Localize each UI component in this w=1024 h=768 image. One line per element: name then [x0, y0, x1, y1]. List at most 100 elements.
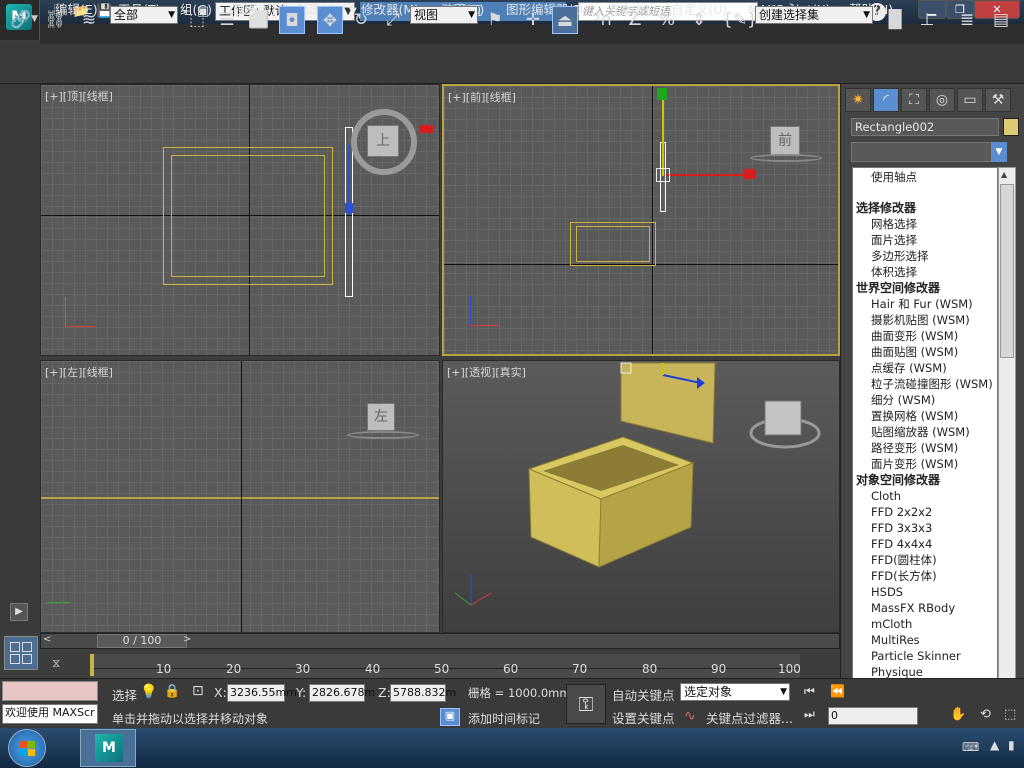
- modifier-list-scrollbar[interactable]: ▲ ▼: [998, 167, 1016, 712]
- lock-icon[interactable]: 🔒: [164, 684, 180, 699]
- zoom-icon[interactable]: ✋: [950, 707, 966, 722]
- absolute-mode-icon[interactable]: ⊡: [192, 683, 204, 699]
- track-bar[interactable]: 10 20 30 40 50 60 70 80 90 100: [90, 654, 801, 678]
- viewport-front[interactable]: [+][前][线框] 前: [442, 84, 840, 356]
- list-item[interactable]: 置换网格 (WSM): [853, 408, 997, 424]
- modifier-list-dropdown[interactable]: ▼: [851, 142, 1007, 162]
- snaps-toggle-icon[interactable]: ³∩: [590, 6, 616, 34]
- window-crossing-icon[interactable]: ◘: [279, 6, 305, 34]
- key-mode-toggle-icon[interactable]: ⏭: [804, 707, 815, 722]
- object-color-swatch[interactable]: [1003, 118, 1019, 136]
- list-item[interactable]: 面片变形 (WSM): [853, 456, 997, 472]
- maxscript-mini-listener[interactable]: 欢迎使用 MAXScr: [2, 704, 98, 724]
- list-item[interactable]: FFD 2x2x2: [853, 504, 997, 520]
- current-frame-field[interactable]: 0: [828, 707, 918, 725]
- select-by-name-icon[interactable]: ☰: [214, 6, 240, 34]
- set-key-icon[interactable]: ⚿: [566, 684, 606, 724]
- create-tab-icon[interactable]: ✷: [845, 88, 871, 112]
- unlink-icon[interactable]: ⛓: [42, 6, 68, 34]
- box-front-inner[interactable]: [576, 226, 650, 262]
- bind-space-warp-icon[interactable]: ≋: [76, 6, 102, 34]
- viewport-front-label[interactable]: [+][前][线框]: [448, 89, 516, 105]
- mirror-icon[interactable]: ▐▌: [882, 6, 908, 34]
- maximize-viewport-icon[interactable]: ⬚: [1004, 707, 1016, 722]
- viewport-top[interactable]: [+][顶][线框] 上: [40, 84, 440, 356]
- goto-start-icon[interactable]: ⏮: [804, 684, 815, 699]
- spinner-snap-icon[interactable]: ⇕: [686, 6, 712, 34]
- x-coordinate-field[interactable]: 3236.55mm: [227, 684, 297, 702]
- object-name-field[interactable]: Rectangle002: [851, 118, 999, 136]
- list-item[interactable]: HSDS: [853, 584, 997, 600]
- windows-start-button[interactable]: [8, 729, 46, 767]
- scrollbar-thumb[interactable]: [1000, 184, 1014, 358]
- list-item[interactable]: FFD(长方体): [853, 568, 997, 584]
- list-item[interactable]: 网格选择: [853, 216, 997, 232]
- auto-key-button[interactable]: 自动关键点: [612, 685, 675, 704]
- motion-tab-icon[interactable]: ◎: [929, 88, 955, 112]
- list-item[interactable]: 贴图缩放器 (WSM): [853, 424, 997, 440]
- viewport-top-label[interactable]: [+][顶][线框]: [45, 88, 113, 104]
- selection-filter-dropdown[interactable]: 全部 ▼: [110, 6, 178, 24]
- list-item[interactable]: 曲面变形 (WSM): [853, 328, 997, 344]
- z-coordinate-field[interactable]: 5788.832m: [390, 684, 456, 702]
- layer-manager-icon[interactable]: ≣: [954, 6, 980, 34]
- list-item[interactable]: mCloth: [853, 616, 997, 632]
- list-item[interactable]: FFD(圆柱体): [853, 552, 997, 568]
- list-item[interactable]: 多边形选择: [853, 248, 997, 264]
- curve-icon[interactable]: ∿: [684, 708, 696, 724]
- mini-curve-editor-icon[interactable]: ⧖: [52, 656, 74, 674]
- time-slider[interactable]: < 0 / 100 >: [40, 633, 840, 649]
- display-tab-icon[interactable]: ▭: [957, 88, 983, 112]
- align-icon[interactable]: ⊥: [914, 6, 940, 34]
- orbit-icon[interactable]: ⟲: [980, 707, 991, 722]
- rectangular-selection-icon[interactable]: ⬜: [246, 6, 272, 34]
- isolate-bulb-icon[interactable]: 💡: [140, 684, 157, 700]
- select-and-move-icon[interactable]: ✥: [317, 6, 343, 34]
- viewcube-ring[interactable]: [347, 431, 419, 439]
- time-slider-thumb[interactable]: 0 / 100: [97, 634, 187, 648]
- list-item[interactable]: 路径变形 (WSM): [853, 440, 997, 456]
- list-item[interactable]: Cloth: [853, 488, 997, 504]
- set-key-button[interactable]: 设置关键点: [612, 708, 675, 727]
- viewcube[interactable]: 前: [770, 126, 800, 156]
- angle-snap-icon[interactable]: ∠: [622, 6, 648, 34]
- hierarchy-tab-icon[interactable]: ⛶: [901, 88, 927, 112]
- time-tag-icon[interactable]: ▣: [440, 708, 460, 726]
- list-item[interactable]: MultiRes: [853, 632, 997, 648]
- prev-key-icon[interactable]: ⏪: [830, 684, 845, 698]
- y-coordinate-field[interactable]: 2826.678m: [309, 684, 375, 702]
- rectangle-inner[interactable]: [171, 155, 325, 277]
- key-mode-dropdown[interactable]: 选定对象 ▼: [680, 683, 790, 701]
- select-and-rotate-icon[interactable]: ↻: [348, 6, 374, 34]
- viewport-left[interactable]: [+][左][线框] 左: [40, 360, 440, 633]
- viewcube[interactable]: 左: [367, 403, 395, 431]
- list-item[interactable]: 使用轴点: [853, 168, 997, 190]
- viewcube[interactable]: 上: [367, 125, 399, 157]
- tray-arrow-icon[interactable]: ▲: [990, 738, 999, 752]
- list-item[interactable]: Particle Skinner: [853, 648, 997, 664]
- keyboard-icon[interactable]: ⌨: [962, 740, 979, 754]
- named-selection-dropdown[interactable]: 创建选择集 ▼: [755, 6, 873, 24]
- list-item[interactable]: FFD 3x3x3: [853, 520, 997, 536]
- key-filters-button[interactable]: 关键点过滤器...: [706, 708, 793, 727]
- list-item[interactable]: 摄影机贴图 (WSM): [853, 312, 997, 328]
- viewport-left-label[interactable]: [+][左][线框]: [45, 364, 113, 380]
- list-item[interactable]: 细分 (WSM): [853, 392, 997, 408]
- manipulate-icon[interactable]: ✛: [520, 6, 546, 34]
- select-and-scale-icon[interactable]: ⤢: [380, 6, 406, 34]
- list-item[interactable]: 点缓存 (WSM): [853, 360, 997, 376]
- viewport-perspective[interactable]: [+][透视][真实]: [442, 360, 840, 633]
- list-item[interactable]: 面片选择: [853, 232, 997, 248]
- list-item[interactable]: FFD 4x4x4: [853, 536, 997, 552]
- utilities-tab-icon[interactable]: ⚒: [985, 88, 1011, 112]
- list-item[interactable]: 曲面贴图 (WSM): [853, 344, 997, 360]
- expand-panel-icon[interactable]: ▶: [10, 603, 28, 621]
- pivot-point-center-icon[interactable]: ⚑: [482, 6, 508, 34]
- list-item[interactable]: Hair 和 Fur (WSM): [853, 296, 997, 312]
- modifier-list-popup[interactable]: 使用轴点 选择修改器 网格选择 面片选择 多边形选择 体积选择 世界空间修改器 Hair 和…: [852, 167, 998, 712]
- next-frame-icon[interactable]: >: [183, 634, 191, 645]
- add-time-tag[interactable]: 添加时间标记: [468, 710, 540, 727]
- reference-coordinate-dropdown[interactable]: 视图 ▼: [410, 6, 478, 24]
- viewcube-ring[interactable]: [750, 154, 822, 162]
- select-object-icon[interactable]: ⬚: [184, 6, 210, 34]
